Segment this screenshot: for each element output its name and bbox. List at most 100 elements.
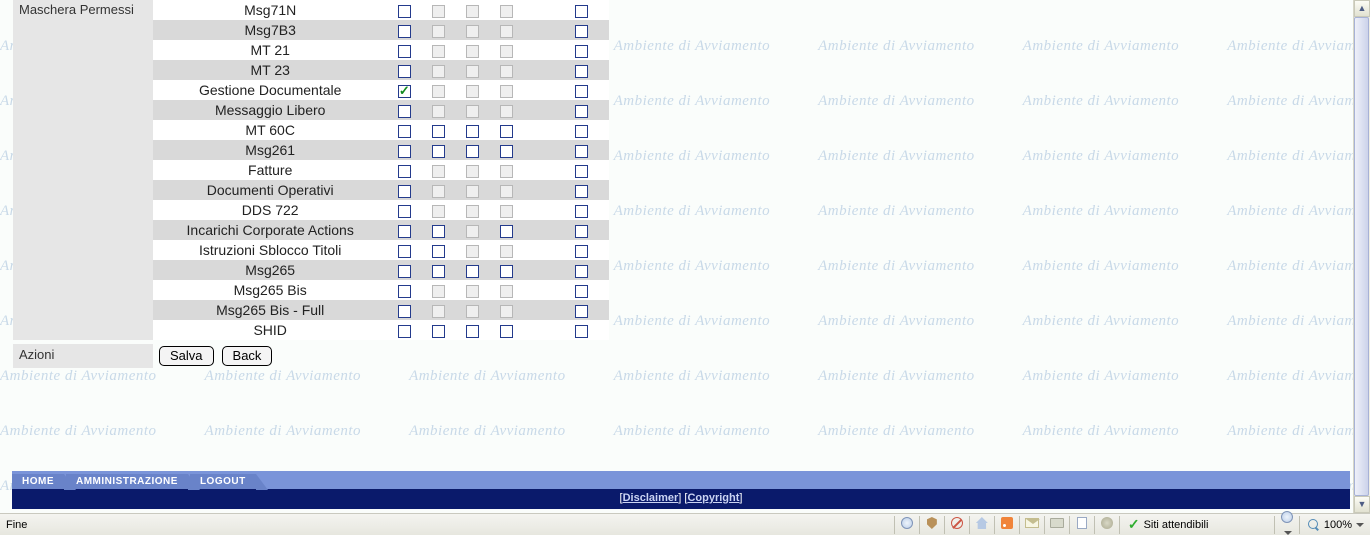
magnifier-icon — [1308, 519, 1320, 531]
permission-checkbox[interactable] — [432, 265, 445, 278]
permission-checkbox[interactable] — [575, 185, 588, 198]
scroll-up-arrow-icon[interactable]: ▲ — [1354, 0, 1370, 17]
permission-checkbox[interactable] — [398, 245, 411, 258]
permission-checkbox[interactable] — [398, 125, 411, 138]
permission-checkbox[interactable] — [432, 145, 445, 158]
tab-logout[interactable]: LOGOUT — [190, 474, 256, 489]
permission-checkbox — [466, 65, 479, 78]
permission-checkbox[interactable] — [500, 145, 513, 158]
zoom-control[interactable]: 100% — [1302, 519, 1370, 531]
permission-checkbox[interactable] — [398, 325, 411, 338]
permission-checkbox[interactable] — [398, 165, 411, 178]
permission-checkbox[interactable] — [466, 145, 479, 158]
permission-checkbox[interactable] — [575, 325, 588, 338]
feed-icon[interactable] — [997, 517, 1017, 532]
permission-checkbox[interactable] — [466, 325, 479, 338]
permission-checkbox — [466, 25, 479, 38]
permission-checkbox[interactable] — [466, 265, 479, 278]
permission-name: Incarichi Corporate Actions — [153, 220, 387, 240]
permission-checkbox[interactable] — [398, 265, 411, 278]
copyright-link[interactable]: Copyright — [687, 492, 739, 504]
permission-checkbox — [432, 105, 445, 118]
permission-checkbox[interactable] — [575, 305, 588, 318]
permission-checkbox — [432, 45, 445, 58]
permission-name: Msg265 — [153, 260, 387, 280]
disclaimer-link[interactable]: Disclaimer — [623, 492, 679, 504]
permission-checkbox[interactable] — [398, 25, 411, 38]
permission-checkbox[interactable] — [575, 105, 588, 118]
permission-checkbox[interactable] — [398, 45, 411, 58]
permission-checkbox[interactable] — [575, 25, 588, 38]
home-icon[interactable] — [972, 517, 992, 532]
trusted-zone[interactable]: ✓ Siti attendibili — [1122, 516, 1272, 533]
table-row: Msg265 Bis - Full — [153, 300, 609, 320]
permission-checkbox[interactable] — [398, 225, 411, 238]
permission-checkbox[interactable] — [398, 5, 411, 18]
permission-checkbox — [500, 25, 513, 38]
permission-checkbox — [466, 205, 479, 218]
permission-name: MT 60C — [153, 120, 387, 140]
label-maschera-permessi: Maschera Permessi — [13, 0, 153, 340]
security-shield-icon — [922, 517, 942, 532]
back-button[interactable]: Back — [222, 346, 273, 366]
tab-home[interactable]: HOME — [12, 474, 64, 489]
permission-checkbox[interactable] — [500, 125, 513, 138]
permission-checkbox[interactable] — [398, 145, 411, 158]
permission-checkbox[interactable] — [432, 125, 445, 138]
permission-checkbox — [432, 205, 445, 218]
table-row: Incarichi Corporate Actions — [153, 220, 609, 240]
permission-checkbox[interactable] — [500, 325, 513, 338]
permission-checkbox — [432, 65, 445, 78]
permission-checkbox[interactable] — [575, 205, 588, 218]
permission-checkbox[interactable] — [575, 65, 588, 78]
permission-checkbox — [466, 305, 479, 318]
permission-checkbox[interactable] — [398, 305, 411, 318]
permission-checkbox[interactable] — [398, 65, 411, 78]
permission-name: Documenti Operativi — [153, 180, 387, 200]
permission-checkbox[interactable] — [575, 285, 588, 298]
permission-checkbox[interactable] — [398, 85, 411, 98]
permission-checkbox — [500, 105, 513, 118]
permission-name: Fatture — [153, 160, 387, 180]
scroll-down-arrow-icon[interactable]: ▼ — [1354, 496, 1370, 513]
mail-icon[interactable] — [1022, 518, 1042, 531]
page-icon[interactable] — [1072, 517, 1092, 532]
permission-checkbox[interactable] — [398, 185, 411, 198]
permission-checkbox[interactable] — [575, 5, 588, 18]
scroll-thumb[interactable] — [1354, 17, 1369, 496]
permission-checkbox — [500, 205, 513, 218]
permission-checkbox[interactable] — [575, 45, 588, 58]
printer-icon[interactable] — [1047, 518, 1067, 531]
permission-checkbox[interactable] — [500, 225, 513, 238]
permission-checkbox[interactable] — [432, 245, 445, 258]
permission-checkbox[interactable] — [575, 165, 588, 178]
permission-checkbox — [500, 185, 513, 198]
salva-button[interactable]: Salva — [159, 346, 214, 366]
permission-checkbox[interactable] — [432, 225, 445, 238]
table-row: MT 60C — [153, 120, 609, 140]
tools-icon[interactable] — [1097, 517, 1117, 532]
permission-checkbox[interactable] — [398, 285, 411, 298]
status-text: Fine — [0, 519, 90, 531]
permission-name: Msg265 Bis — [153, 280, 387, 300]
table-row: MT 23 — [153, 60, 609, 80]
permission-checkbox[interactable] — [575, 125, 588, 138]
permission-checkbox — [432, 5, 445, 18]
permissions-table: Msg71NMsg7B3MT 21MT 23Gestione Documenta… — [153, 0, 609, 340]
permission-checkbox[interactable] — [398, 105, 411, 118]
permission-name: Messaggio Libero — [153, 100, 387, 120]
table-row: Messaggio Libero — [153, 100, 609, 120]
permission-checkbox[interactable] — [575, 225, 588, 238]
protected-mode-icon[interactable] — [1277, 511, 1297, 535]
permission-checkbox[interactable] — [466, 125, 479, 138]
permission-name: SHID — [153, 320, 387, 340]
tab-amministrazione[interactable]: AMMINISTRAZIONE — [66, 474, 188, 489]
permission-checkbox[interactable] — [575, 265, 588, 278]
permission-checkbox[interactable] — [432, 325, 445, 338]
vertical-scrollbar[interactable]: ▲ ▼ — [1353, 0, 1370, 513]
permission-checkbox[interactable] — [575, 85, 588, 98]
permission-checkbox[interactable] — [500, 265, 513, 278]
permission-checkbox[interactable] — [575, 245, 588, 258]
permission-checkbox[interactable] — [398, 205, 411, 218]
permission-checkbox[interactable] — [575, 145, 588, 158]
